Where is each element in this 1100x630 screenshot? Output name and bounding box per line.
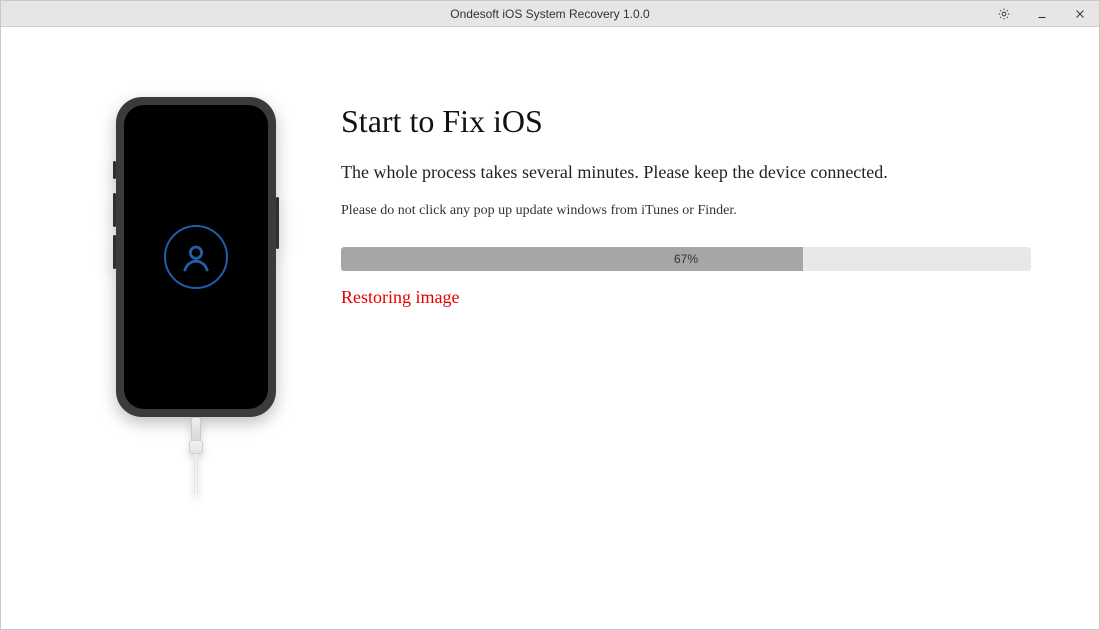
progress-bar: 67% — [341, 247, 1031, 271]
warning-note: Please do not click any pop up update wi… — [341, 203, 1039, 219]
gear-icon — [997, 7, 1011, 21]
content-area: Start to Fix iOS The whole process takes… — [1, 27, 1099, 629]
minimize-button[interactable] — [1023, 1, 1061, 27]
status-text: Restoring image — [341, 287, 1039, 308]
phone-notch — [160, 105, 232, 123]
lightning-cable-icon — [189, 417, 203, 494]
titlebar: Ondesoft iOS System Recovery 1.0.0 — [1, 1, 1099, 27]
phone-illustration — [116, 97, 276, 417]
page-subheading: The whole process takes several minutes.… — [341, 162, 1039, 183]
device-illustration-column — [51, 67, 341, 629]
close-icon — [1073, 7, 1087, 21]
app-window: Ondesoft iOS System Recovery 1.0.0 — [0, 0, 1100, 630]
page-heading: Start to Fix iOS — [341, 103, 1039, 140]
minimize-icon — [1035, 7, 1049, 21]
window-title: Ondesoft iOS System Recovery 1.0.0 — [1, 7, 1099, 21]
phone-side-button — [276, 197, 279, 249]
close-button[interactable] — [1061, 1, 1099, 27]
window-controls — [985, 1, 1099, 26]
user-avatar-icon — [164, 225, 228, 289]
phone-screen — [124, 105, 268, 409]
main-panel: Start to Fix iOS The whole process takes… — [341, 67, 1049, 629]
settings-button[interactable] — [985, 1, 1023, 27]
progress-percent-label: 67% — [341, 247, 1031, 271]
